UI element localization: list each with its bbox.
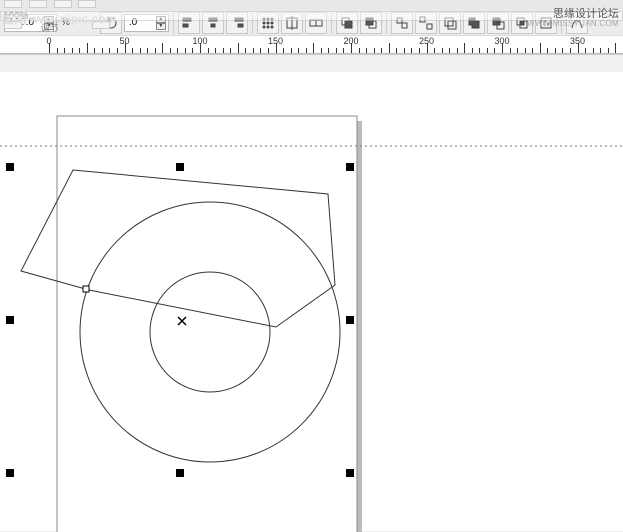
ruler-label: 300 xyxy=(494,36,509,46)
ruler-label: 250 xyxy=(419,36,434,46)
selection-handle[interactable] xyxy=(176,469,184,477)
page-rect xyxy=(57,116,357,532)
tiny-toolbar-btn[interactable] xyxy=(92,21,110,29)
tiny-toolbar-btn[interactable] xyxy=(4,21,22,29)
selection-handle[interactable] xyxy=(6,163,14,171)
tiny-toolbar-btn[interactable] xyxy=(78,0,96,8)
ruler-label: 50 xyxy=(119,36,129,46)
ruler-label: 150 xyxy=(268,36,283,46)
selection-handle[interactable] xyxy=(346,316,354,324)
ruler-label: 200 xyxy=(343,36,358,46)
ruler-label: 0 xyxy=(46,36,51,46)
selection-handle[interactable] xyxy=(176,163,184,171)
label-adjust: 调节 xyxy=(41,23,59,33)
tiny-toolbar-btn[interactable] xyxy=(4,0,22,8)
selection-handle[interactable] xyxy=(346,163,354,171)
tiny-toolbar-btn[interactable] xyxy=(29,0,47,8)
drawing-canvas[interactable] xyxy=(0,72,623,531)
horizontal-ruler[interactable]: 0 50 100 150 200 250 300 350 xyxy=(0,36,623,54)
selection-handle[interactable] xyxy=(6,469,14,477)
selection-handle[interactable] xyxy=(346,469,354,477)
ruler-label: 350 xyxy=(570,36,585,46)
selection-handle[interactable] xyxy=(6,316,14,324)
ruler-label: 100 xyxy=(192,36,207,46)
zoom-field-top[interactable]: 100% xyxy=(0,11,623,21)
node-point[interactable] xyxy=(83,286,89,292)
tiny-toolbar-btn[interactable] xyxy=(54,0,72,8)
